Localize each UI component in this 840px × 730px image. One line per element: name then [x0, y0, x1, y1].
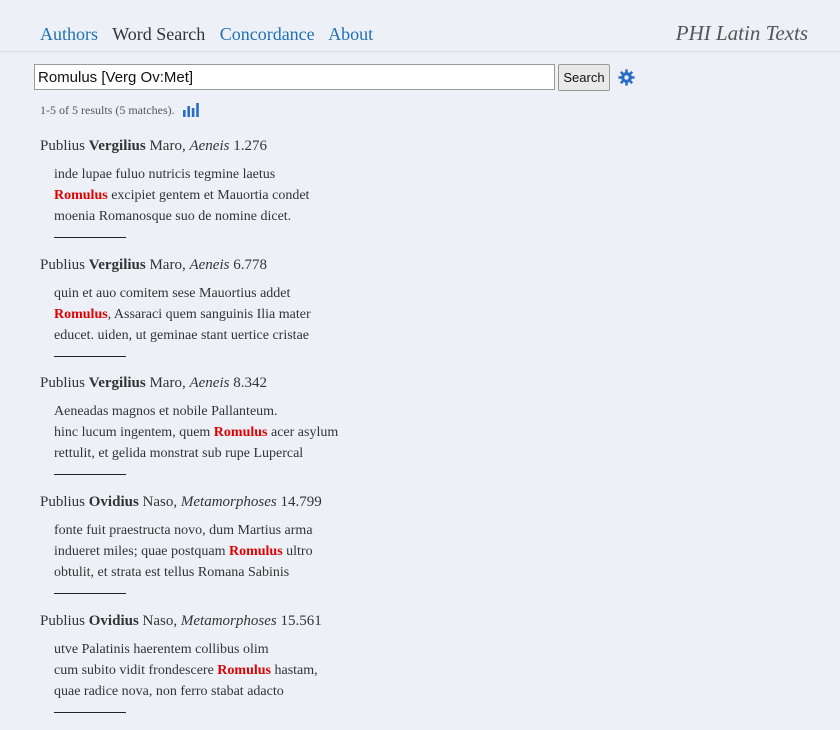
line-text: quin et auo comitem sese Mauortius addet [54, 285, 291, 301]
result-separator [54, 237, 126, 238]
passage-lines: Aeneadas magnos et nobile Pallanteum. hin… [54, 401, 800, 464]
search-button[interactable]: Search [558, 64, 610, 91]
passage-line: Romulus excipiet gentem et Mauortia cond… [54, 185, 800, 206]
line-text: excipiet gentem et Mauortia condet [107, 188, 310, 203]
work-title[interactable]: Aeneis [189, 257, 229, 273]
author-cognomen: Maro, [149, 138, 186, 154]
citation: Publius Vergilius Maro, Aeneis 1.276 [40, 136, 800, 156]
result-separator [54, 355, 126, 357]
author-praenomen: Publius [40, 256, 86, 273]
author-praenomen: Publius [40, 494, 86, 511]
passage-lines: fonte fuit praestructa novo, dum Martius… [54, 520, 800, 583]
result-item: Publius Vergilius Maro, Aeneis 8.342 Aene… [40, 373, 800, 492]
line-text: moenia Romanosque suo de nomine dicet. [54, 209, 292, 224]
nav-about[interactable]: About [328, 24, 373, 44]
main-nav: Authors Word Search Concordance About [40, 23, 383, 45]
result-item: Publius Ovidius Naso, Metamorphoses 15.5… [40, 611, 800, 730]
result-item: Publius Ovidius Naso, Metamorphoses 14.7… [40, 492, 800, 611]
result-separator [54, 711, 126, 713]
search-hit: Romulus [213, 425, 268, 441]
passage-line: inde lupae fuluo nutricis tegmine laetus [54, 164, 800, 185]
nav-authors[interactable]: Authors [40, 24, 98, 44]
work-title[interactable]: Aeneis [189, 138, 229, 154]
citation: Publius Vergilius Maro, Aeneis 8.342 [40, 373, 800, 393]
search-hit: Romulus [54, 188, 108, 203]
search-hit: Romulus [54, 306, 108, 322]
passage-line: cum subito vidit frondescere Romulus has… [54, 660, 800, 681]
passage-line: Aeneadas magnos et nobile Pallanteum. [54, 401, 800, 422]
work-title[interactable]: Aeneis [189, 375, 229, 391]
line-reference[interactable]: 8.342 [233, 375, 267, 391]
author-praenomen: Publius [40, 138, 86, 154]
passage-lines: utve Palatinis haerentem collibus olim cu… [54, 639, 800, 702]
line-text: hinc lucum ingentem, quem [54, 425, 214, 441]
passage-line: Romulus, Assaraci quem sanguinis Ilia ma… [54, 304, 800, 325]
bar-chart-icon[interactable] [183, 103, 199, 117]
author-nomen: Vergilius [88, 256, 146, 273]
result-item: Publius Vergilius Maro, Aeneis 1.276 inde… [40, 136, 800, 255]
line-reference[interactable]: 6.778 [233, 257, 267, 273]
search-hit: Romulus [217, 662, 271, 678]
line-text: hastam, [270, 662, 318, 678]
line-text: educet. uiden, ut geminae stant uertice … [54, 327, 310, 343]
line-text: , Assaraci quem sanguinis Ilia mater [107, 306, 311, 322]
line-reference[interactable]: 15.561 [280, 613, 321, 629]
line-text: indueret miles; quae postquam [54, 544, 229, 560]
author-nomen: Ovidius [88, 612, 139, 629]
passage-line: rettulit, et gelida monstrat sub rupe Lu… [54, 443, 800, 464]
line-text: Aeneadas magnos et nobile Pallanteum. [54, 404, 278, 420]
nav-word-search[interactable]: Word Search [112, 24, 205, 44]
line-reference[interactable]: 14.799 [280, 494, 321, 510]
passage-lines: inde lupae fuluo nutricis tegmine laetus… [54, 164, 800, 227]
work-title[interactable]: Metamorphoses [181, 613, 277, 629]
author-cognomen: Maro, [149, 375, 186, 392]
author-nomen: Vergilius [88, 138, 146, 154]
passage-lines: quin et auo comitem sese Mauortius addet… [54, 283, 800, 346]
top-bar: Authors Word Search Concordance About PH… [0, 0, 840, 52]
result-separator [54, 474, 126, 476]
author-praenomen: Publius [40, 375, 86, 392]
citation: Publius Ovidius Naso, Metamorphoses 15.5… [40, 611, 800, 631]
search-input[interactable] [34, 64, 555, 90]
result-item: Publius Vergilius Maro, Aeneis 6.778 quin… [40, 255, 800, 374]
line-text: inde lupae fuluo nutricis tegmine laetus [54, 167, 276, 182]
passage-line: hinc lucum ingentem, quem Romulus acer a… [54, 422, 800, 443]
line-text: quae radice nova, non ferro stabat adact… [54, 683, 284, 699]
work-title[interactable]: Metamorphoses [181, 494, 277, 510]
author-praenomen: Publius [40, 612, 86, 629]
line-text: obtulit, et strata est tellus Romana Sab… [54, 565, 290, 581]
search-hit: Romulus [228, 544, 283, 560]
results-list: Publius Vergilius Maro, Aeneis 1.276 inde… [40, 136, 800, 729]
result-separator [54, 593, 126, 595]
line-text: cum subito vidit frondescere [54, 662, 218, 678]
author-cognomen: Naso, [142, 612, 178, 629]
line-text: ultro [282, 544, 313, 560]
passage-line: indueret miles; quae postquam Romulus ul… [54, 541, 800, 562]
passage-line: moenia Romanosque suo de nomine dicet. [54, 206, 800, 227]
author-nomen: Ovidius [88, 494, 139, 511]
citation: Publius Ovidius Naso, Metamorphoses 14.7… [40, 492, 800, 512]
gear-icon[interactable] [618, 69, 635, 86]
nav-concordance[interactable]: Concordance [220, 24, 315, 44]
line-text: fonte fuit praestructa novo, dum Martius… [54, 523, 313, 539]
passage-line: quin et auo comitem sese Mauortius addet [54, 283, 800, 304]
citation: Publius Vergilius Maro, Aeneis 6.778 [40, 255, 800, 275]
author-cognomen: Maro, [149, 256, 186, 273]
passage-line: utve Palatinis haerentem collibus olim [54, 639, 800, 660]
author-cognomen: Naso, [142, 494, 178, 511]
passage-line: educet. uiden, ut geminae stant uertice … [54, 325, 800, 346]
line-reference[interactable]: 1.276 [233, 138, 267, 154]
passage-line: obtulit, et strata est tellus Romana Sab… [54, 562, 800, 583]
line-text: acer asylum [267, 425, 339, 441]
site-title: PHI Latin Texts [675, 21, 808, 45]
line-text: utve Palatinis haerentem collibus olim [54, 641, 269, 657]
passage-line: quae radice nova, non ferro stabat adact… [54, 681, 800, 702]
results-summary: 1-5 of 5 results (5 matches). [40, 103, 175, 117]
passage-line: fonte fuit praestructa novo, dum Martius… [54, 520, 800, 541]
line-text: rettulit, et gelida monstrat sub rupe Lu… [54, 446, 304, 462]
author-nomen: Vergilius [88, 375, 146, 392]
